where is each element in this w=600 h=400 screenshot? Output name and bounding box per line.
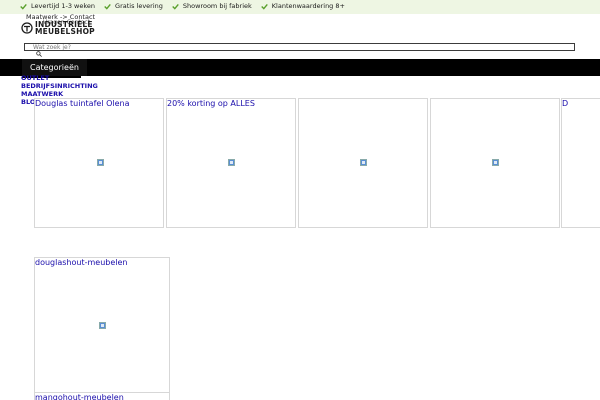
check-icon — [172, 3, 179, 10]
check-icon — [260, 3, 268, 10]
promo-card[interactable]: Douglas tuintafel Olena — [34, 98, 164, 228]
promo-card[interactable] — [298, 98, 428, 228]
category-card-title[interactable]: mangohout-meubelen — [35, 393, 124, 400]
promo-card-title[interactable]: Douglas tuintafel Olena — [35, 99, 130, 109]
logo-text: INDUSTRIELE MEUBELSHOP — [35, 21, 95, 36]
broken-image-icon — [360, 159, 367, 166]
usp-label: Klantenwaardering 8+ — [271, 2, 345, 10]
category-card-title[interactable]: douglashout-meubelen — [35, 258, 127, 268]
usp-item: Klantenwaardering 8+ — [260, 2, 345, 10]
broken-image-icon — [228, 159, 235, 166]
check-icon — [20, 3, 27, 10]
promo-card[interactable]: D — [561, 98, 600, 228]
usp-list: Levertijd 1-3 weken Gratis levering Show… — [20, 2, 345, 10]
check-icon — [104, 3, 111, 10]
menu-item-bedrijfsinrichting[interactable]: BEDRIJFSINRICHTING — [21, 82, 98, 90]
broken-image-icon — [97, 159, 104, 166]
promo-card-title[interactable]: 20% korting op ALLES — [167, 99, 255, 109]
menu-item-maatwerk[interactable]: MAATWERK — [21, 90, 98, 98]
usp-item: Showroom bij fabriek — [172, 2, 252, 10]
search-input[interactable] — [24, 43, 575, 51]
promo-card-title[interactable]: D — [562, 99, 568, 109]
usp-item: Gratis levering — [104, 2, 163, 10]
category-card[interactable]: mangohout-meubelen — [34, 392, 170, 400]
search-icon[interactable] — [36, 51, 42, 57]
menu-item-outlet[interactable]: OUTLET — [21, 74, 98, 82]
usp-label: Gratis levering — [115, 2, 163, 10]
promo-card[interactable]: 20% korting op ALLES — [166, 98, 296, 228]
category-card[interactable]: douglashout-meubelen — [34, 257, 170, 393]
promo-card[interactable] — [430, 98, 560, 228]
logo-line-2: MEUBELSHOP — [35, 27, 95, 36]
broken-image-icon — [492, 159, 499, 166]
usp-bar: Levertijd 1-3 weken Gratis levering Show… — [0, 0, 600, 14]
broken-image-icon — [99, 322, 106, 329]
logo-mark-icon — [21, 22, 33, 34]
usp-item: Levertijd 1-3 weken — [20, 2, 95, 10]
logo[interactable]: INDUSTRIELE MEUBELSHOP — [21, 21, 95, 35]
usp-label: Levertijd 1-3 weken — [31, 2, 96, 10]
usp-label: Showroom bij fabriek — [182, 2, 252, 10]
